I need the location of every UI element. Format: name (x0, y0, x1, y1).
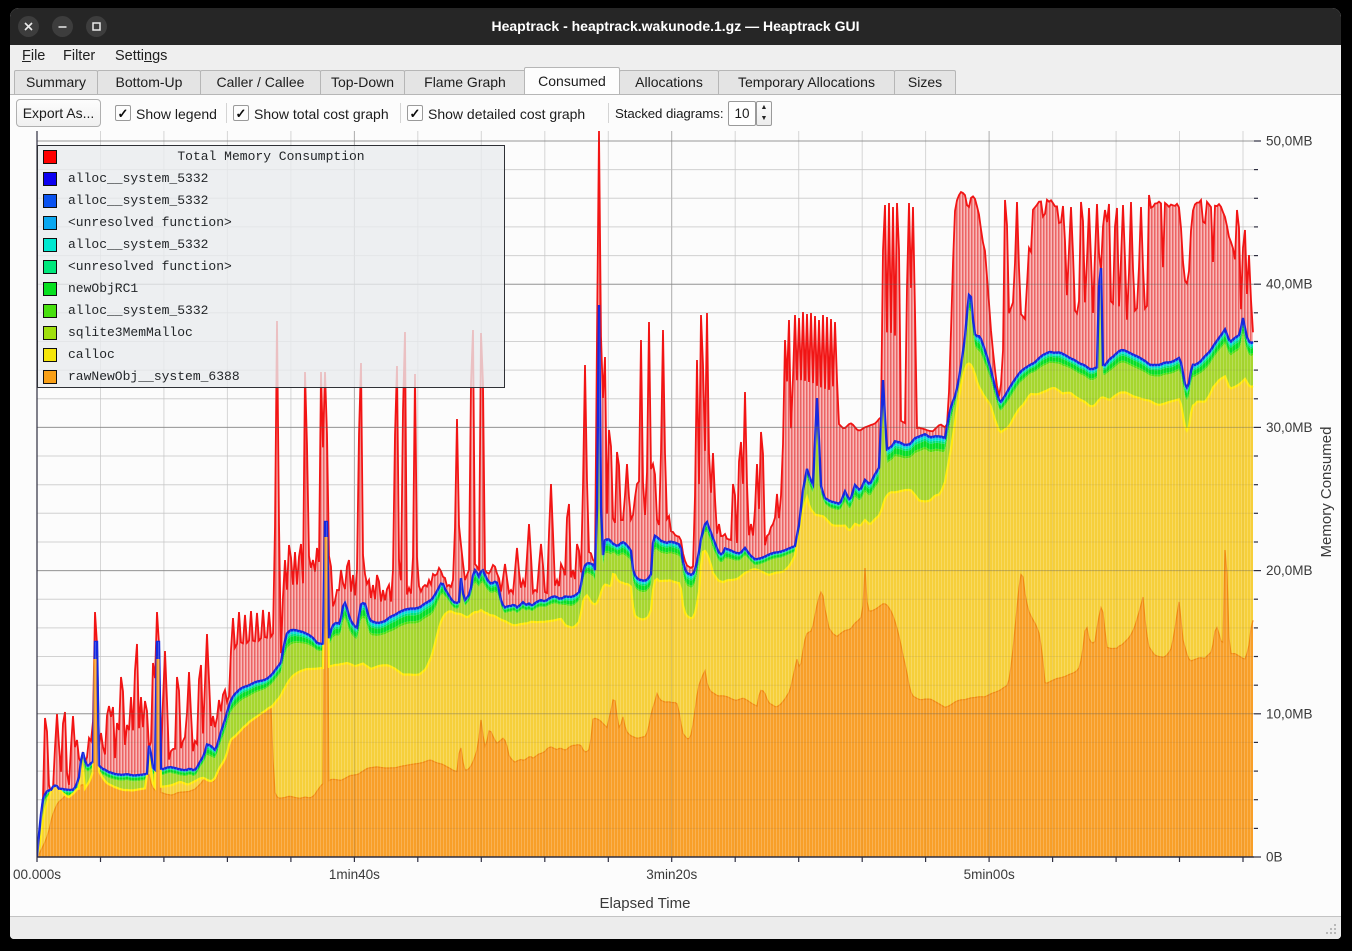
svg-text:10,0MB: 10,0MB (1266, 706, 1313, 721)
svg-text:Memory Consumed: Memory Consumed (1318, 427, 1335, 558)
svg-text:00.000s: 00.000s (13, 867, 61, 882)
svg-text:40,0MB: 40,0MB (1266, 277, 1313, 292)
svg-text:20,0MB: 20,0MB (1266, 563, 1313, 578)
svg-text:3min20s: 3min20s (646, 867, 697, 882)
svg-text:1min40s: 1min40s (329, 867, 380, 882)
svg-text:30,0MB: 30,0MB (1266, 420, 1313, 435)
svg-text:50,0MB: 50,0MB (1266, 134, 1313, 149)
svg-text:5min00s: 5min00s (964, 867, 1015, 882)
svg-text:0B: 0B (1266, 850, 1283, 865)
svg-text:Elapsed Time: Elapsed Time (600, 895, 691, 912)
